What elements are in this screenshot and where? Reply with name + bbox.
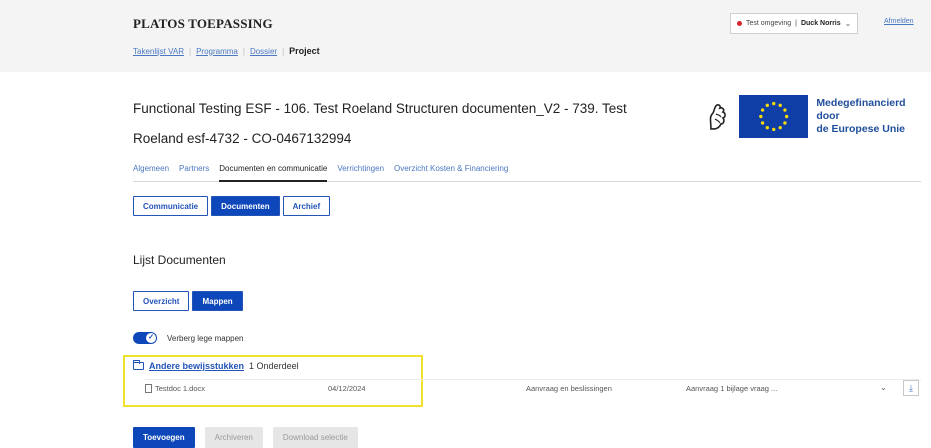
- breadcrumb-separator: |: [282, 46, 285, 56]
- view-switch: Overzicht Mappen: [133, 291, 243, 311]
- app-title: PLATOS TOEPASSING: [133, 16, 273, 31]
- tab-overzicht-kosten-financiering[interactable]: Overzicht Kosten & Financiering: [394, 158, 508, 182]
- breadcrumb-separator: |: [242, 46, 245, 56]
- toggle-label: Verberg lege mappen: [167, 333, 244, 343]
- eu-star: [760, 108, 765, 112]
- eu-cofunded-text: Medegefinancierd door de Europese Unie: [816, 97, 931, 136]
- user-name: Duck Norris: [800, 20, 841, 27]
- document-icon: [145, 384, 152, 393]
- chevron-down-icon[interactable]: ⌄: [880, 383, 887, 392]
- folder-icon: [133, 360, 144, 370]
- environment-user-selector[interactable]: Test omgeving | Duck Norris ⌄: [730, 13, 859, 34]
- table-row: Testdoc 1.docx 04/12/2024 Aanvraag en be…: [145, 379, 921, 397]
- documenten-button[interactable]: Documenten: [211, 196, 280, 216]
- eu-text-line2: de Europese Unie: [816, 123, 906, 135]
- eu-star: [778, 103, 782, 108]
- chevron-down-icon: ⌄: [844, 19, 852, 28]
- eu-star: [771, 101, 776, 106]
- overzicht-button[interactable]: Overzicht: [133, 291, 190, 311]
- file-name-cell[interactable]: Testdoc 1.docx: [145, 384, 205, 393]
- file-type: Aanvraag 1 bijlage vraag ...: [686, 384, 778, 393]
- page-title: Functional Testing ESF - 106. Test Roela…: [133, 101, 627, 146]
- check-icon: ✓: [146, 333, 156, 343]
- toevoegen-button[interactable]: Toevoegen: [133, 427, 195, 448]
- tab-partners[interactable]: Partners: [179, 158, 209, 182]
- file-category: Aanvraag en beslissingen: [526, 384, 612, 393]
- eu-text-line1: Medegefinancierd door: [816, 97, 906, 122]
- logout-link[interactable]: Afmelden: [884, 18, 914, 25]
- tab-verrichtingen[interactable]: Verrichtingen: [337, 158, 384, 182]
- eu-star: [760, 121, 765, 125]
- tab-documenten-en-communicatie[interactable]: Documenten en communicatie: [219, 158, 328, 182]
- download-button[interactable]: ⤓: [903, 380, 919, 396]
- download-icon: ⤓: [909, 382, 913, 393]
- breadcrumb-project: Project: [289, 46, 320, 56]
- breadcrumb-separator: |: [188, 46, 192, 56]
- hide-empty-folders-toggle[interactable]: ✓: [133, 332, 157, 344]
- eu-star: [783, 108, 787, 112]
- document-subtabs: Communicatie Documenten Archief: [133, 196, 331, 216]
- file-date: 04/12/2024: [328, 384, 366, 393]
- archiveren-button[interactable]: Archiveren: [204, 427, 263, 448]
- communicatie-button[interactable]: Communicatie: [133, 196, 209, 216]
- eu-star: [783, 121, 787, 125]
- flemish-lion-icon: [709, 103, 726, 130]
- separator: |: [795, 20, 797, 27]
- eu-flag-icon: [738, 95, 809, 138]
- folder-count: 1 Onderdeel: [249, 361, 299, 371]
- top-header: [0, 0, 931, 72]
- eu-star: [765, 103, 769, 108]
- eu-flag-background: [738, 95, 809, 138]
- hide-empty-folders-toggle-row: ✓ Verberg lege mappen: [133, 332, 244, 344]
- eu-star: [758, 114, 763, 119]
- section-title: Lijst Documenten: [133, 253, 226, 267]
- breadcrumb-takenlijst[interactable]: Takenlijst VAR: [133, 47, 184, 56]
- tab-algemeen[interactable]: Algemeen: [133, 158, 169, 182]
- archief-button[interactable]: Archief: [282, 196, 331, 216]
- environment-status-dot: [737, 21, 742, 26]
- eu-star: [765, 125, 769, 130]
- action-bar: Toevoegen Archiveren Download selectie: [133, 427, 358, 448]
- breadcrumb-dossier[interactable]: Dossier: [250, 47, 277, 56]
- folder-item: Andere bewijsstukken 1 Onderdeel: [133, 360, 299, 371]
- breadcrumb: Takenlijst VAR | Programma | Dossier | P…: [133, 46, 320, 56]
- breadcrumb-programma[interactable]: Programma: [196, 47, 238, 56]
- mappen-button[interactable]: Mappen: [192, 291, 243, 311]
- download-selectie-button[interactable]: Download selectie: [272, 427, 358, 448]
- environment-label: Test omgeving: [746, 20, 792, 27]
- eu-star: [778, 125, 782, 130]
- eu-star: [784, 114, 789, 119]
- eu-star: [771, 127, 776, 132]
- main-tabs: Algemeen Partners Documenten en communic…: [133, 158, 921, 182]
- folder-link[interactable]: Andere bewijsstukken: [149, 361, 244, 371]
- file-name: Testdoc 1.docx: [155, 384, 206, 393]
- eu-cofunded-logo: Medegefinancierd door de Europese Unie: [705, 95, 931, 138]
